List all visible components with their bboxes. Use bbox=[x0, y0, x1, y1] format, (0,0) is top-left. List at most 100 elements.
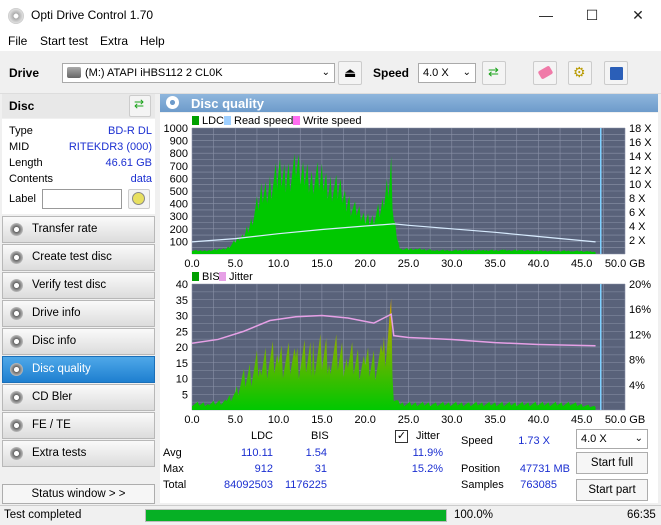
nav-drive-info-button[interactable]: Drive info bbox=[2, 300, 155, 327]
disc-panel-header: Disc ⇄ bbox=[2, 94, 155, 118]
x-tick-label: 25.0 bbox=[398, 414, 419, 426]
nav-cd-bler-button[interactable]: CD Bler bbox=[2, 384, 155, 411]
nav-label: Disc info bbox=[32, 335, 77, 347]
nav-disc-quality-button[interactable]: Disc quality bbox=[2, 356, 155, 383]
menu-extra[interactable]: Extra bbox=[100, 34, 128, 48]
disc-icon bbox=[10, 391, 23, 404]
disc-label-key: Label bbox=[9, 193, 36, 205]
y-tick-label: 200 bbox=[170, 224, 188, 236]
x-tick-label: 50.0 GB bbox=[605, 414, 645, 426]
y2-tick-label: 12% bbox=[629, 329, 651, 341]
nav-disc-info-button[interactable]: Disc info bbox=[2, 328, 155, 355]
disc-icon bbox=[10, 419, 23, 432]
x-tick-label: 5.0 bbox=[228, 258, 243, 270]
progress-bar bbox=[145, 509, 447, 522]
minimize-button[interactable]: — bbox=[523, 0, 569, 31]
stats-max-ldc: 912 bbox=[254, 463, 273, 475]
x-tick-label: 10.0 bbox=[268, 258, 289, 270]
y2-tick-label: 6 X bbox=[629, 207, 646, 219]
stats-col-ldc: LDC bbox=[251, 430, 274, 442]
samples-value: 763085 bbox=[520, 479, 557, 491]
eraser-icon bbox=[537, 65, 554, 80]
drive-icon bbox=[67, 67, 81, 78]
settings-button[interactable]: ⚙ bbox=[568, 61, 592, 85]
y-tick-label: 1000 bbox=[164, 123, 188, 135]
nav-label: Create test disc bbox=[32, 251, 112, 263]
disc-icon bbox=[10, 223, 23, 236]
y-tick-label: 5 bbox=[182, 389, 188, 401]
y2-tick-label: 16% bbox=[629, 304, 651, 316]
nav-create-test-disc-button[interactable]: Create test disc bbox=[2, 244, 155, 271]
nav-fe-te-button[interactable]: FE / TE bbox=[2, 412, 155, 439]
stats-total-bis: 1176225 bbox=[284, 479, 327, 491]
menu-file[interactable]: File bbox=[8, 34, 27, 48]
nav-label: Extra tests bbox=[32, 447, 87, 459]
x-tick-label: 35.0 bbox=[484, 258, 505, 270]
menu-bar: File Start test Extra Help bbox=[0, 31, 661, 51]
close-button[interactable]: ✕ bbox=[615, 0, 661, 31]
samples-label: Samples bbox=[461, 479, 504, 491]
jitter-checkbox[interactable]: ✓ bbox=[395, 430, 408, 443]
speed-select-value: 4.0 X bbox=[423, 67, 449, 79]
disc-app-icon bbox=[8, 8, 24, 24]
speed-select[interactable]: 4.0 X ⌄ bbox=[418, 63, 476, 83]
floppy-save-icon bbox=[610, 67, 623, 80]
disc-contents-value: data bbox=[130, 173, 152, 185]
x-tick-label: 15.0 bbox=[311, 258, 332, 270]
nav-label: FE / TE bbox=[32, 419, 71, 431]
position-label: Position bbox=[461, 463, 501, 475]
erase-button[interactable] bbox=[533, 61, 557, 85]
y-tick-label: 15 bbox=[176, 358, 188, 370]
x-tick-label: 25.0 bbox=[398, 258, 419, 270]
eject-button[interactable]: ⏏ bbox=[338, 61, 362, 85]
position-value: 47731 MB bbox=[519, 463, 570, 475]
disc-type-value: BD-R DL bbox=[107, 125, 152, 137]
nav-label: Verify test disc bbox=[32, 279, 107, 291]
x-tick-label: 0.0 bbox=[184, 414, 199, 426]
drive-select[interactable]: (M:) ATAPI iHBS112 2 CL0K ⌄ bbox=[62, 63, 335, 83]
y-tick-label: 35 bbox=[176, 295, 188, 307]
chevron-down-icon: ⌄ bbox=[634, 433, 643, 444]
checkmark-icon: ✓ bbox=[396, 430, 407, 442]
y2-tick-label: 2 X bbox=[629, 235, 646, 247]
save-button[interactable] bbox=[604, 61, 628, 85]
y-tick-label: 25 bbox=[176, 326, 188, 338]
y-tick-label: 900 bbox=[170, 136, 188, 148]
x-tick-label: 50.0 GB bbox=[605, 258, 645, 270]
disc-label-input[interactable] bbox=[42, 189, 122, 209]
x-tick-label: 30.0 bbox=[441, 414, 462, 426]
test-speed-select[interactable]: 4.0 X ⌄ bbox=[576, 429, 648, 449]
y-tick-label: 20 bbox=[176, 342, 188, 354]
maximize-button[interactable]: ☐ bbox=[569, 0, 615, 31]
nav-verify-test-disc-button[interactable]: Verify test disc bbox=[2, 272, 155, 299]
x-tick-label: 10.0 bbox=[268, 414, 289, 426]
chevron-down-icon: ⌄ bbox=[321, 67, 330, 78]
window-title: Opti Drive Control 1.70 bbox=[31, 8, 154, 22]
status-text: Test completed bbox=[4, 509, 82, 521]
y-tick-label: 800 bbox=[170, 148, 188, 160]
disc-quality-title: Disc quality bbox=[191, 96, 264, 111]
y2-tick-label: 18 X bbox=[629, 123, 652, 135]
nav-extra-tests-button[interactable]: Extra tests bbox=[2, 440, 155, 467]
y-tick-label: 10 bbox=[176, 374, 188, 386]
nav-transfer-rate-button[interactable]: Transfer rate bbox=[2, 216, 155, 243]
disc-length-value: 46.61 GB bbox=[105, 157, 152, 169]
drive-label: Drive bbox=[9, 66, 40, 80]
stats-avg-bis: 1.54 bbox=[305, 447, 327, 459]
test-speed-value: 4.0 X bbox=[581, 433, 607, 445]
menu-help[interactable]: Help bbox=[140, 34, 165, 48]
disc-label-button[interactable] bbox=[128, 189, 150, 209]
drive-select-value: (M:) ATAPI iHBS112 2 CL0K bbox=[85, 67, 223, 79]
status-window-button[interactable]: Status window > > bbox=[2, 484, 155, 504]
y-tick-label: 400 bbox=[170, 199, 188, 211]
start-full-button[interactable]: Start full bbox=[576, 452, 648, 474]
nav-label: Transfer rate bbox=[32, 223, 98, 235]
gear-icon: ⚙ bbox=[573, 64, 586, 80]
start-part-button[interactable]: Start part bbox=[576, 479, 648, 501]
stats-total-label: Total bbox=[163, 479, 187, 491]
x-tick-label: 20.0 bbox=[354, 414, 375, 426]
disc-refresh-button[interactable]: ⇄ bbox=[129, 95, 151, 117]
y2-tick-label: 12 X bbox=[629, 165, 652, 177]
menu-start-test[interactable]: Start test bbox=[40, 34, 88, 48]
refresh-speed-button[interactable]: ⇄ bbox=[482, 61, 506, 85]
